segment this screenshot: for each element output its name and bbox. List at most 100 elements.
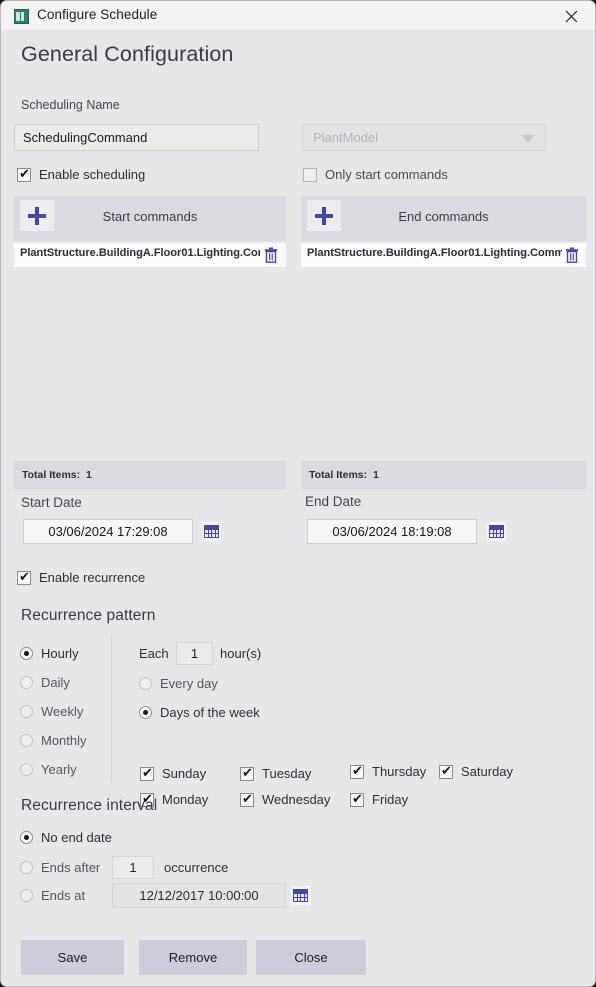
- remove-button[interactable]: Remove: [139, 940, 247, 975]
- pattern-label-yearly: Yearly: [41, 762, 77, 777]
- each-label: Each: [139, 646, 169, 661]
- enable-scheduling-label: Enable scheduling: [39, 167, 146, 182]
- radio-box: [20, 861, 33, 874]
- checkbox-box: ✔: [240, 791, 254, 807]
- window-title: Configure Schedule: [37, 7, 158, 22]
- check-icon: ✔: [19, 569, 30, 585]
- ends-after-occurrences-input[interactable]: 1: [112, 856, 154, 879]
- radio-box: [20, 831, 33, 844]
- plant-model-dropdown[interactable]: PlantModel: [302, 124, 546, 151]
- weekday-checkbox-sunday[interactable]: ✔ Sunday: [140, 766, 206, 781]
- day-mode-radio-days-of-week[interactable]: Days of the week: [139, 705, 260, 720]
- end-commands-title: End commands: [398, 209, 489, 224]
- pattern-radio-daily[interactable]: Daily: [20, 675, 70, 690]
- occurrence-label: occurrence: [164, 860, 229, 875]
- ends-at-calendar-button[interactable]: [291, 886, 310, 905]
- recurrence-interval-title: Recurrence interval: [21, 797, 158, 814]
- configure-schedule-dialog: Configure Schedule General Configuration…: [0, 0, 596, 987]
- end-command-row[interactable]: PlantStructure.BuildingA.Floor01.Lightin…: [301, 243, 586, 267]
- close-button[interactable]: [549, 1, 595, 30]
- check-icon: ✔: [242, 791, 253, 807]
- start-date-calendar-button[interactable]: [202, 522, 221, 541]
- delete-end-command-button[interactable]: [565, 247, 579, 263]
- radio-box: [20, 705, 33, 718]
- interval-label-no-end-date: No end date: [41, 830, 112, 845]
- checkbox-box: ✔: [17, 569, 31, 585]
- enable-scheduling-checkbox[interactable]: ✔ Enable scheduling: [17, 167, 145, 182]
- check-icon: ✔: [352, 763, 363, 779]
- chevron-down-icon: [521, 134, 535, 143]
- checkbox-box: ✔: [439, 763, 453, 779]
- check-icon: ✔: [242, 765, 253, 781]
- start-date-input[interactable]: 03/06/2024 17:29:08: [23, 519, 193, 544]
- dialog-content: General Configuration Scheduling Name Sc…: [1, 31, 595, 986]
- check-icon: ✔: [441, 763, 452, 779]
- interval-label-ends-after: Ends after: [41, 860, 101, 875]
- end-date-calendar-button[interactable]: [487, 522, 506, 541]
- weekday-label-tuesday: Tuesday: [262, 766, 312, 781]
- start-command-row[interactable]: PlantStructure.BuildingA.Floor01.Lightin…: [14, 243, 286, 267]
- interval-label-ends-at: Ends at: [41, 888, 86, 903]
- start-total-label: Total Items:: [22, 469, 81, 481]
- each-hours-input[interactable]: 1: [176, 642, 213, 665]
- recurrence-pattern-title: Recurrence pattern: [21, 607, 156, 624]
- close-dialog-button[interactable]: Close: [256, 940, 366, 975]
- weekday-checkbox-saturday[interactable]: ✔ Saturday: [439, 764, 513, 779]
- pattern-radio-monthly[interactable]: Monthly: [20, 733, 87, 748]
- radio-box: [139, 677, 152, 690]
- pattern-label-hourly: Hourly: [41, 646, 79, 661]
- ends-at-date-input[interactable]: 12/12/2017 10:00:00: [112, 883, 286, 908]
- end-date-label: End Date: [305, 494, 362, 509]
- delete-start-command-button[interactable]: [264, 247, 278, 263]
- start-date-label: Start Date: [21, 495, 82, 510]
- pattern-radio-hourly[interactable]: Hourly: [20, 646, 79, 661]
- radio-box: [20, 763, 33, 776]
- scheduling-name-label: Scheduling Name: [21, 98, 120, 112]
- weekday-label-saturday: Saturday: [461, 764, 514, 779]
- checkbox-box: ✔: [350, 792, 364, 807]
- weekday-checkbox-wednesday[interactable]: ✔ Wednesday: [240, 792, 330, 807]
- radio-box: [20, 889, 33, 902]
- trash-icon: [265, 247, 277, 263]
- interval-radio-ends-after[interactable]: Ends after: [20, 860, 100, 875]
- end-command-path: PlantStructure.BuildingA.Floor01.Lightin…: [307, 247, 562, 259]
- pattern-radio-weekly[interactable]: Weekly: [20, 704, 83, 719]
- weekday-label-friday: Friday: [372, 792, 409, 807]
- enable-recurrence-label: Enable recurrence: [39, 570, 146, 585]
- page-title: General Configuration: [21, 42, 234, 66]
- start-commands-total: Total Items: 1: [14, 461, 286, 489]
- pattern-divider: [111, 639, 112, 783]
- checkbox-box: ✔: [350, 763, 364, 779]
- day-mode-label-every-day: Every day: [160, 676, 218, 691]
- checkbox-box: ✔: [17, 167, 31, 182]
- title-bar: Configure Schedule: [1, 1, 595, 31]
- end-date-input[interactable]: 03/06/2024 18:19:08: [307, 519, 477, 544]
- save-button[interactable]: Save: [21, 940, 124, 975]
- checkbox-box: ✔: [240, 765, 254, 781]
- plant-model-value: PlantModel: [313, 130, 379, 145]
- scheduling-name-input[interactable]: SchedulingCommand: [14, 124, 259, 151]
- weekday-checkbox-thursday[interactable]: ✔ Thursday: [350, 764, 426, 779]
- day-mode-label-days-of-week: Days of the week: [160, 705, 260, 720]
- weekday-checkbox-friday[interactable]: ✔ Friday: [350, 792, 408, 807]
- end-commands-header: End commands: [301, 196, 586, 241]
- app-window-icon: [14, 9, 29, 24]
- interval-radio-no-end-date[interactable]: No end date: [20, 830, 112, 845]
- only-start-commands-checkbox[interactable]: Only start commands: [303, 167, 448, 182]
- enable-recurrence-checkbox[interactable]: ✔ Enable recurrence: [17, 570, 145, 585]
- radio-box: [20, 647, 33, 660]
- weekday-label-wednesday: Wednesday: [262, 792, 331, 807]
- weekday-label-thursday: Thursday: [372, 764, 427, 779]
- weekday-label-sunday: Sunday: [162, 766, 207, 781]
- end-total-value: 1: [373, 469, 379, 481]
- pattern-radio-yearly[interactable]: Yearly: [20, 762, 77, 777]
- interval-radio-ends-at[interactable]: Ends at: [20, 888, 85, 903]
- each-unit-label: hour(s): [220, 646, 262, 661]
- radio-box: [20, 676, 33, 689]
- weekday-checkbox-tuesday[interactable]: ✔ Tuesday: [240, 766, 311, 781]
- day-mode-radio-every-day[interactable]: Every day: [139, 676, 218, 691]
- start-total-value: 1: [86, 469, 92, 481]
- start-commands-header: Start commands: [14, 196, 286, 241]
- radio-box: [139, 706, 152, 719]
- only-start-commands-label: Only start commands: [325, 167, 448, 182]
